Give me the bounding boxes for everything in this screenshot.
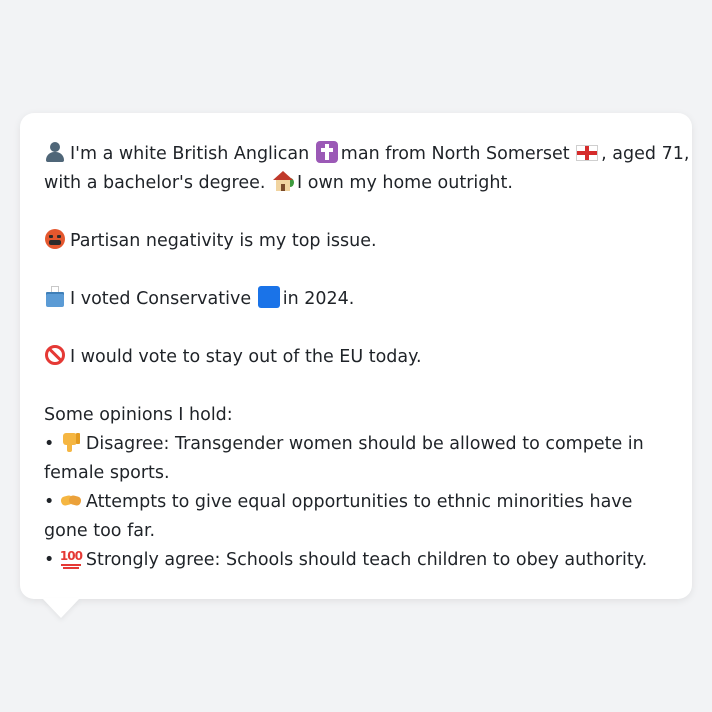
vote-year: in 2024. — [282, 289, 355, 309]
person-icon — [44, 141, 66, 163]
list-item: • Disagree: Transgender women should be … — [44, 430, 668, 488]
bullet: • — [44, 492, 55, 512]
opinion-text: Attempts to give equal opportunities to … — [44, 492, 633, 541]
ballot-box-icon — [44, 286, 66, 308]
prohibited-icon — [44, 344, 66, 366]
bullet: • — [44, 434, 55, 454]
handshake-icon — [59, 489, 82, 511]
top-issue-text: Partisan negativity is my top issue. — [70, 231, 377, 251]
opinions-heading: Some opinions I hold: — [44, 405, 233, 425]
list-item: • 100 Strongly agree: Schools should teac… — [44, 546, 668, 575]
profile-line-2: with a bachelor's degree. I own my home … — [44, 169, 668, 198]
list-item: • Attempts to give equal opportunities t… — [44, 488, 668, 546]
profile-education: with a bachelor's degree. — [44, 173, 266, 193]
top-issue-line: Partisan negativity is my top issue. — [44, 227, 668, 256]
england-flag-icon — [576, 145, 599, 161]
opinion-text: Strongly agree: Schools should teach chi… — [85, 550, 648, 570]
house-icon — [272, 170, 295, 192]
profile-line-1: I'm a white British Anglican man from No… — [44, 140, 689, 169]
eu-text: I would vote to stay out of the EU today… — [70, 347, 422, 367]
latin-cross-icon — [315, 141, 338, 163]
profile-origin: man from North Somerset — [340, 144, 570, 164]
profile-identity: I'm a white British Anglican — [70, 144, 310, 164]
thumbs-down-icon — [60, 431, 82, 453]
persona-card: I'm a white British Anglican man from No… — [20, 113, 692, 599]
eu-line: I would vote to stay out of the EU today… — [44, 343, 668, 372]
bullet: • — [44, 550, 55, 570]
hundred-points-icon: 100 — [60, 547, 83, 569]
vote-line: I voted Conservative in 2024. — [44, 285, 668, 314]
angry-face-icon — [44, 228, 66, 250]
profile-home: I own my home outright. — [297, 173, 513, 193]
blue-square-icon — [257, 286, 280, 308]
opinion-text: Disagree: Transgender women should be al… — [44, 434, 644, 483]
vote-text: I voted Conservative — [70, 289, 252, 309]
bubble-tail — [42, 598, 80, 618]
profile-age: , aged 71, — [601, 144, 690, 164]
